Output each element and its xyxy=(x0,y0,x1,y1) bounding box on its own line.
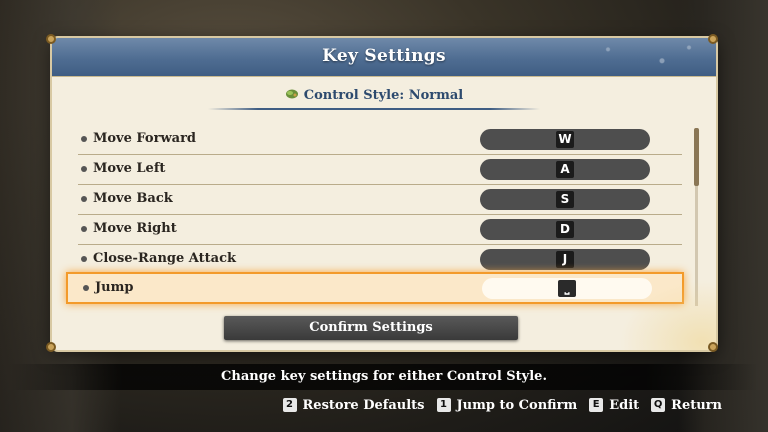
binding-row-jump[interactable]: Jump ⎵ xyxy=(66,272,684,304)
keycap: ⎵ xyxy=(558,280,576,297)
hint-label: Restore Defaults xyxy=(302,397,425,413)
key-field[interactable]: J xyxy=(480,249,650,270)
key-field[interactable]: S xyxy=(480,189,650,210)
dialog-title: Key Settings xyxy=(322,46,446,66)
binding-label: Move Right xyxy=(93,221,177,236)
binding-row-move-left[interactable]: Move Left A xyxy=(78,154,682,185)
hint-return[interactable]: Q Return xyxy=(651,398,722,413)
scrollbar-thumb[interactable] xyxy=(694,128,699,186)
binding-label: Move Back xyxy=(93,191,173,206)
binding-label: Jump xyxy=(95,280,134,295)
key-2-icon: 2 xyxy=(282,398,297,412)
bullet-icon xyxy=(81,166,87,172)
control-style-label: Control Style: Normal xyxy=(303,88,464,103)
confirm-settings-button[interactable]: Confirm Settings xyxy=(224,316,518,340)
bullet-icon xyxy=(81,136,87,142)
binding-row-move-forward[interactable]: Move Forward W xyxy=(78,124,682,155)
keycap: S xyxy=(556,191,574,208)
leaf-icon xyxy=(285,89,298,99)
corner-ornament xyxy=(708,342,718,352)
keycap: J xyxy=(556,251,574,268)
key-settings-dialog: Key Settings Control Style: Normal Move … xyxy=(52,38,716,350)
corner-ornament xyxy=(46,342,56,352)
help-text: Change key settings for either Control S… xyxy=(10,364,758,390)
footer-hints: 2 Restore Defaults 1 Jump to Confirm E E… xyxy=(271,396,722,414)
hint-restore-defaults[interactable]: 2 Restore Defaults xyxy=(282,397,425,413)
binding-label: Close-Range Attack xyxy=(93,251,237,266)
corner-ornament xyxy=(708,34,718,44)
binding-row-move-back[interactable]: Move Back S xyxy=(78,184,682,215)
keycap: W xyxy=(556,131,574,148)
corner-ornament xyxy=(46,34,56,44)
binding-label: Move Forward xyxy=(93,131,197,146)
keycap: D xyxy=(556,221,574,238)
hint-label: Return xyxy=(671,397,722,413)
hint-jump-to-confirm[interactable]: 1 Jump to Confirm xyxy=(436,397,578,413)
bullet-icon xyxy=(81,256,87,262)
subtitle-divider xyxy=(208,108,540,110)
key-1-icon: 1 xyxy=(436,398,451,412)
binding-row-move-right[interactable]: Move Right D xyxy=(78,214,682,245)
bullet-icon xyxy=(83,285,89,291)
control-style-header: Control Style: Normal xyxy=(208,84,540,110)
bullet-icon xyxy=(81,196,87,202)
key-e-icon: E xyxy=(589,398,604,412)
keycap: A xyxy=(556,161,574,178)
panel-decoration xyxy=(606,270,716,350)
key-field[interactable]: D xyxy=(480,219,650,240)
binding-label: Move Left xyxy=(93,161,166,176)
hint-label: Jump to Confirm xyxy=(456,397,578,413)
key-field[interactable]: A xyxy=(480,159,650,180)
hint-label: Edit xyxy=(609,397,640,413)
hint-edit[interactable]: E Edit xyxy=(589,398,639,413)
bullet-icon xyxy=(81,226,87,232)
title-bar: Key Settings xyxy=(52,38,716,77)
key-field[interactable]: W xyxy=(480,129,650,150)
key-q-icon: Q xyxy=(651,398,666,412)
binding-row-close-range-attack[interactable]: Close-Range Attack J xyxy=(78,244,682,275)
